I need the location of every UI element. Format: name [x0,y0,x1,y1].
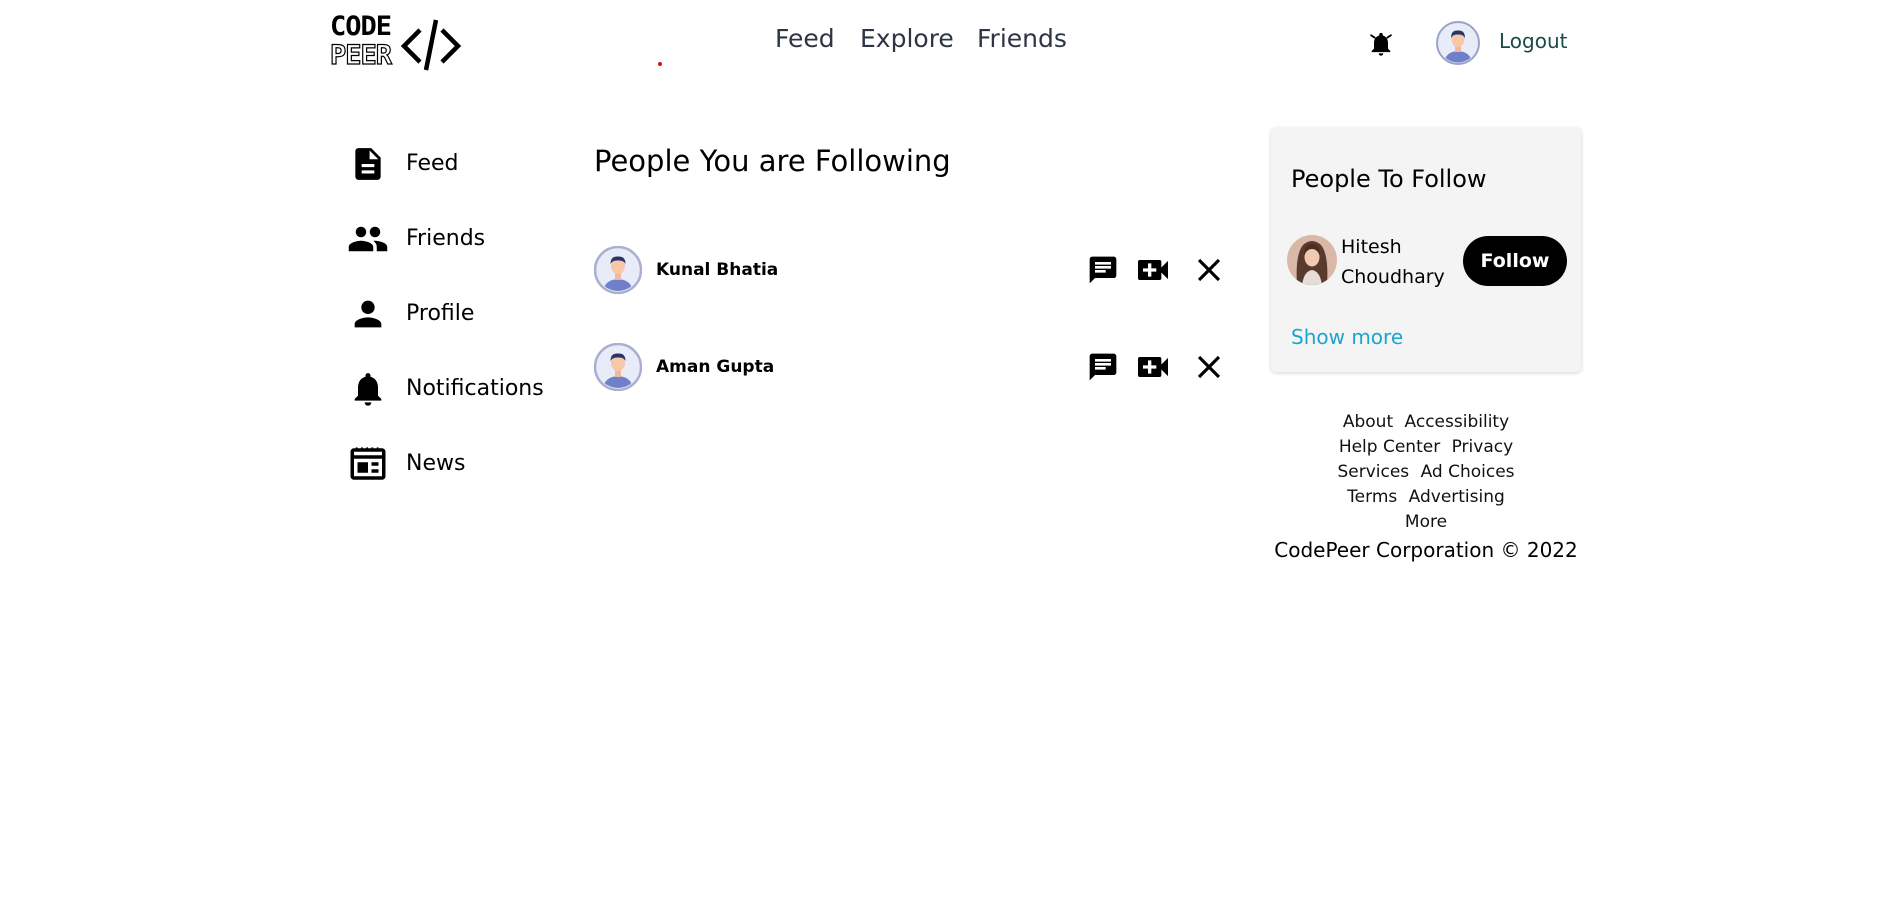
suggested-person-name[interactable]: Hitesh Choudhary [1341,232,1461,292]
sidebar-item-profile[interactable]: Profile [346,292,566,336]
person-name[interactable]: Aman Gupta [656,357,774,377]
logo-peer-text: PEER [329,40,392,71]
sidebar-item-label: Friends [406,226,486,251]
logo-code-text: CODE [330,11,392,42]
avatar[interactable] [1287,235,1337,285]
copyright-text: CodePeer Corporation © 2022 [1274,538,1578,562]
close-icon[interactable] [1190,251,1228,293]
codepeer-logo[interactable]: CODE PEER [329,11,470,72]
person-icon [346,292,390,336]
footer-link-services[interactable]: Services [1337,462,1409,482]
footer-link-about[interactable]: About [1343,412,1393,432]
nav-explore-link[interactable]: Explore [860,24,954,53]
page-title: People You are Following [594,144,951,178]
people-to-follow-card: People To Follow Hitesh Choudhary Follow… [1271,128,1581,372]
close-icon[interactable] [1190,348,1228,390]
card-title: People To Follow [1291,165,1487,193]
person-name[interactable]: Kunal Bhatia [656,260,778,280]
footer: About Accessibility Help Center Privacy … [1271,410,1581,563]
footer-link-advertising[interactable]: Advertising [1409,487,1505,507]
nav-feed-link[interactable]: Feed [775,24,835,53]
sidebar-item-label: Notifications [406,376,544,401]
follow-button[interactable]: Follow [1463,236,1567,286]
footer-link-ad-choices[interactable]: Ad Choices [1421,462,1515,482]
indicator-dot [658,62,662,66]
article-icon [346,142,390,186]
footer-link-terms[interactable]: Terms [1347,487,1397,507]
sidebar-item-news[interactable]: News [346,442,566,486]
show-more-link[interactable]: Show more [1291,325,1403,349]
sidebar-item-label: News [406,451,466,476]
bell-icon[interactable] [1367,30,1395,62]
footer-link-more[interactable]: More [1405,512,1447,532]
video-call-icon[interactable] [1133,347,1173,391]
list-item: Kunal Bhatia [593,245,1224,296]
avatar[interactable] [593,245,643,295]
list-item: Aman Gupta [593,342,1224,393]
footer-link-accessibility[interactable]: Accessibility [1405,412,1510,432]
newspaper-icon [346,442,390,486]
sidebar-item-friends[interactable]: Friends [346,217,566,261]
sidebar-item-label: Profile [406,301,475,326]
sidebar-item-feed[interactable]: Feed [346,142,566,186]
video-call-icon[interactable] [1133,250,1173,294]
footer-link-help-center[interactable]: Help Center [1339,437,1440,457]
bell-icon [346,367,390,411]
logout-link[interactable]: Logout [1499,29,1567,53]
sidebar-item-notifications[interactable]: Notifications [346,367,566,411]
code-brackets-icon [400,19,462,71]
nav-friends-link[interactable]: Friends [977,24,1067,53]
sidebar-item-label: Feed [406,151,459,176]
footer-link-privacy[interactable]: Privacy [1452,437,1514,457]
people-icon [346,217,390,261]
user-avatar[interactable] [1436,21,1480,65]
avatar[interactable] [593,342,643,392]
chat-icon[interactable] [1087,351,1119,387]
chat-icon[interactable] [1087,254,1119,290]
